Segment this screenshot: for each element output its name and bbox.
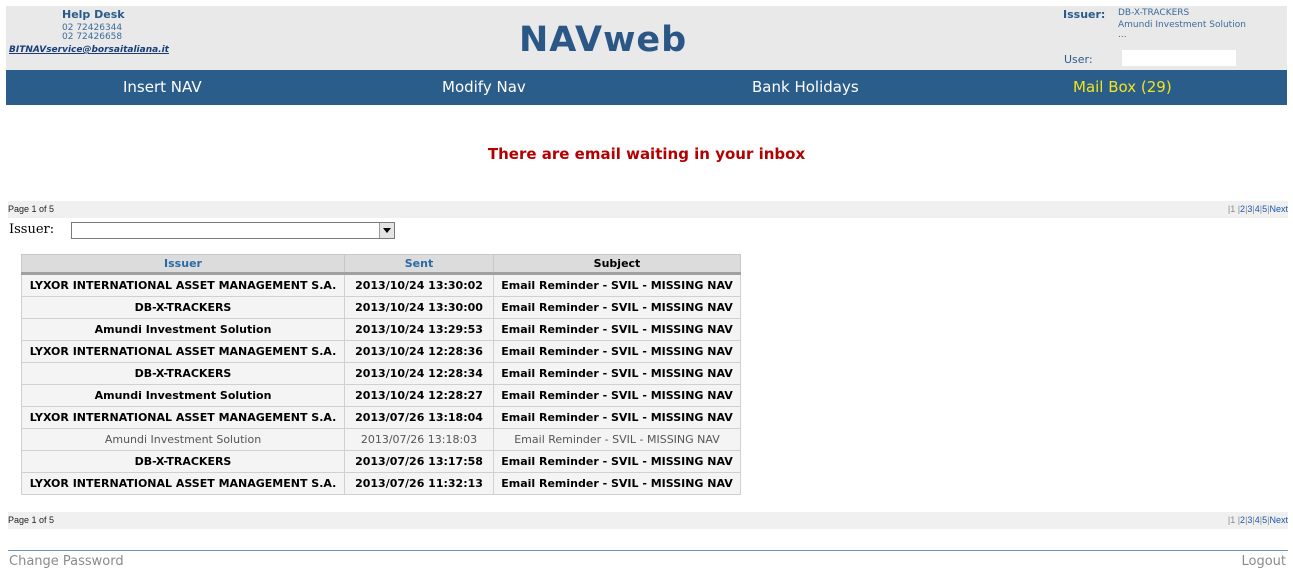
column-header-sent[interactable]: Sent [344,254,494,275]
nav-bank-holidays[interactable]: Bank Holidays [752,78,859,96]
nav-mail-box[interactable]: Mail Box (29) [1073,78,1172,96]
mail-cell-sent: 2013/10/24 13:30:02 [344,273,494,297]
mail-cell-issuer: LYXOR INTERNATIONAL ASSET MANAGEMENT S.A… [21,340,345,363]
pager-top: Page 1 of 5 |1 |2|3|4|5|Next [8,201,1288,218]
mail-row[interactable]: Amundi Investment Solution 2013/10/24 13:… [21,318,741,341]
issuer-filter-select[interactable] [71,222,395,239]
mail-cell-sent: 2013/10/24 12:28:34 [344,362,494,385]
mail-cell-subject: Email Reminder - SVIL - MISSING NAV [493,273,741,297]
mail-cell-subject: Email Reminder - SVIL - MISSING NAV [493,318,741,341]
mail-cell-issuer: DB-X-TRACKERS [21,296,345,319]
mail-cell-sent: 2013/07/26 13:18:03 [344,428,494,451]
mail-cell-subject: Email Reminder - SVIL - MISSING NAV [493,362,741,385]
change-password-link[interactable]: Change Password [9,554,124,569]
issuer-info: Issuer: DB-X-TRACKERS Amundi Investment … [1063,6,1287,70]
inbox-alert: There are email waiting in your inbox [487,145,806,163]
mail-cell-sent: 2013/10/24 12:28:36 [344,340,494,363]
mail-cell-sent: 2013/10/24 12:28:27 [344,384,494,407]
mail-cell-subject: Email Reminder - SVIL - MISSING NAV [493,428,741,451]
issuer-filter-label: Issuer: [9,222,55,237]
mail-cell-issuer: LYXOR INTERNATIONAL ASSET MANAGEMENT S.A… [21,406,345,429]
footer-divider [8,550,1288,551]
mail-cell-subject: Email Reminder - SVIL - MISSING NAV [493,296,741,319]
page-links: |1 |2|3|4|5|Next [1227,204,1288,214]
mail-table-header: Issuer Sent Subject [21,254,741,275]
mail-cell-sent: 2013/07/26 13:17:58 [344,450,494,473]
issuer-info-label: Issuer: [1063,8,1106,21]
mail-row[interactable]: LYXOR INTERNATIONAL ASSET MANAGEMENT S.A… [21,406,741,429]
user-label: User: [1064,53,1093,66]
page-next-link[interactable]: Next [1269,204,1288,214]
main-nav: Insert NAV Modify Nav Bank Holidays Mail… [6,70,1287,105]
help-desk-email-link[interactable]: BITNAVservice@borsaitaliana.it [9,45,169,55]
nav-modify-nav[interactable]: Modify Nav [442,78,526,96]
help-desk-phone-2: 02 72426658 [62,32,123,42]
mail-cell-issuer: DB-X-TRACKERS [21,362,345,385]
mail-table: Issuer Sent Subject LYXOR INTERNATIONAL … [21,254,741,495]
mail-cell-issuer: DB-X-TRACKERS [21,450,345,473]
mail-cell-issuer: LYXOR INTERNATIONAL ASSET MANAGEMENT S.A… [21,273,345,297]
mail-cell-sent: 2013/10/24 13:29:53 [344,318,494,341]
mail-row[interactable]: DB-X-TRACKERS 2013/10/24 13:30:00 Email Re… [21,296,741,319]
mail-row[interactable]: Amundi Investment Solution 2013/07/26 13:… [21,428,741,451]
mail-cell-subject: Email Reminder - SVIL - MISSING NAV [493,450,741,473]
help-desk-title: Help Desk [62,8,125,21]
mail-row[interactable]: LYXOR INTERNATIONAL ASSET MANAGEMENT S.A… [21,340,741,363]
page-next-link[interactable]: Next [1269,515,1288,525]
issuer-info-line-1: DB-X-TRACKERS [1118,8,1190,18]
mail-cell-issuer: LYXOR INTERNATIONAL ASSET MANAGEMENT S.A… [21,472,345,495]
header: Help Desk 02 72426344 02 72426658 BITNAV… [6,6,1287,70]
app-title: NAVweb [519,20,688,60]
chevron-down-icon[interactable] [379,223,394,238]
mail-cell-subject: Email Reminder - SVIL - MISSING NAV [493,406,741,429]
mail-cell-sent: 2013/07/26 11:32:13 [344,472,494,495]
mail-cell-issuer: Amundi Investment Solution [21,384,345,407]
user-field[interactable] [1122,50,1236,66]
page-links: |1 |2|3|4|5|Next [1227,515,1288,525]
mail-cell-sent: 2013/07/26 13:18:04 [344,406,494,429]
mail-row[interactable]: LYXOR INTERNATIONAL ASSET MANAGEMENT S.A… [21,273,741,297]
issuer-info-line-3: ... [1118,30,1127,40]
column-header-issuer[interactable]: Issuer [21,254,345,275]
mail-row[interactable]: LYXOR INTERNATIONAL ASSET MANAGEMENT S.A… [21,472,741,495]
mail-cell-subject: Email Reminder - SVIL - MISSING NAV [493,384,741,407]
page-status: Page 1 of 5 [8,204,55,214]
pager-bottom: Page 1 of 5 |1 |2|3|4|5|Next [8,512,1288,529]
nav-insert-nav[interactable]: Insert NAV [123,78,202,96]
mail-cell-issuer: Amundi Investment Solution [21,428,345,451]
mail-cell-issuer: Amundi Investment Solution [21,318,345,341]
mail-row[interactable]: DB-X-TRACKERS 2013/10/24 12:28:34 Email Re… [21,362,741,385]
logout-link[interactable]: Logout [1241,554,1286,569]
mail-cell-subject: Email Reminder - SVIL - MISSING NAV [493,472,741,495]
page-status: Page 1 of 5 [8,515,55,525]
mail-row[interactable]: Amundi Investment Solution 2013/10/24 12:… [21,384,741,407]
column-header-subject: Subject [493,254,741,275]
mail-cell-subject: Email Reminder - SVIL - MISSING NAV [493,340,741,363]
issuer-info-line-2: Amundi Investment Solution [1118,20,1246,30]
mail-row[interactable]: DB-X-TRACKERS 2013/07/26 13:17:58 Email Re… [21,450,741,473]
mail-cell-sent: 2013/10/24 13:30:00 [344,296,494,319]
